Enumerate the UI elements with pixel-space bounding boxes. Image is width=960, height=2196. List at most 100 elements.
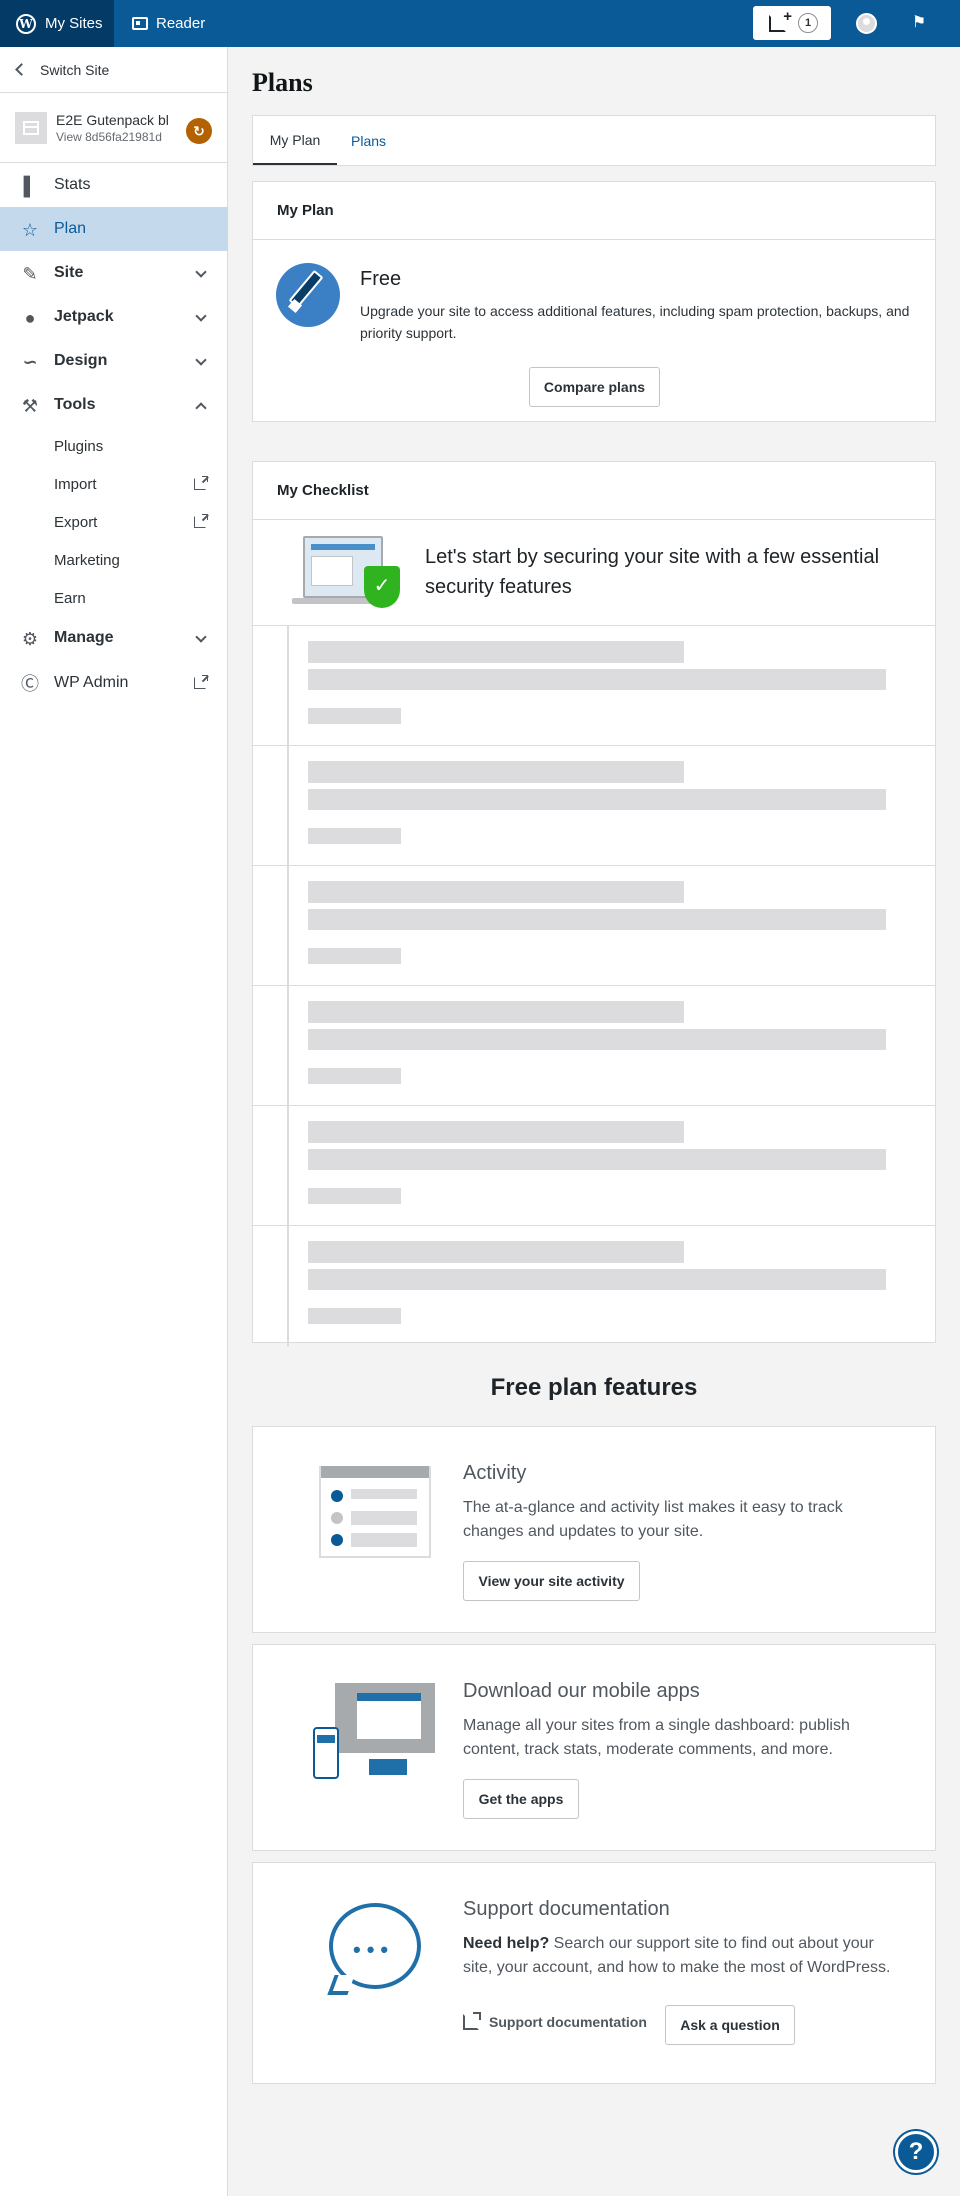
chevron-down-icon <box>195 631 207 643</box>
my-plan-card: My Plan Free Upgrade your site to access… <box>252 181 936 422</box>
notifications-icon[interactable]: ⚑ <box>910 14 928 32</box>
reader-icon <box>132 17 148 30</box>
sidebar-item-site[interactable]: ✎ Site <box>0 251 228 295</box>
switch-site-label: Switch Site <box>40 61 110 78</box>
sidebar-item-export[interactable]: Export <box>0 503 228 541</box>
sidebar-item-jetpack[interactable]: ● Jetpack <box>0 295 228 339</box>
checklist-task-placeholder <box>253 746 935 866</box>
get-the-apps-button[interactable]: Get the apps <box>463 1779 579 1819</box>
pencil-icon: ✎ <box>22 264 38 284</box>
my-sites-button[interactable]: W My Sites <box>0 0 114 47</box>
wordpress-icon: W <box>16 13 36 34</box>
reader-button[interactable]: Reader <box>132 0 205 47</box>
plan-tabs: My Plan Plans <box>252 115 936 166</box>
site-title: E2E Gutenpack bl <box>56 111 169 128</box>
drafts-count-badge[interactable]: 1 <box>798 13 818 33</box>
my-plan-heading: My Plan <box>253 182 935 240</box>
view-site-activity-button[interactable]: View your site activity <box>463 1561 640 1601</box>
site-url[interactable]: View 8d56fa21981d <box>56 129 170 145</box>
checklist-heading: My Checklist <box>253 462 935 520</box>
chevron-up-icon <box>195 402 207 414</box>
sidebar-item-label: Stats <box>54 176 91 193</box>
sync-icon: ↻ <box>186 118 212 144</box>
sidebar-item-manage[interactable]: ⚙ Manage <box>0 616 228 660</box>
shield-check-icon: ✓ <box>364 566 400 608</box>
sidebar-item-label: Marketing <box>54 551 120 569</box>
sidebar: Switch Site E2E Gutenpack bl View 8d56fa… <box>0 47 228 2196</box>
checklist-task-placeholder <box>253 1106 935 1226</box>
support-documentation-label: Support documentation <box>489 2014 647 2030</box>
sidebar-item-marketing[interactable]: Marketing <box>0 541 228 579</box>
write-button[interactable]: 1 <box>753 6 831 40</box>
feature-title: Support documentation <box>463 1898 670 1920</box>
feature-title: Download our mobile apps <box>463 1680 700 1702</box>
wordpress-icon: Ⓒ <box>21 674 39 694</box>
support-documentation-link[interactable]: Support documentation <box>463 2012 647 2030</box>
tab-plans[interactable]: Plans <box>351 116 386 165</box>
compare-plans-button[interactable]: Compare plans <box>529 367 660 407</box>
ask-a-question-button[interactable]: Ask a question <box>665 2005 795 2045</box>
feature-mobile-apps: Download our mobile apps Manage all your… <box>252 1644 936 1851</box>
write-icon <box>769 8 792 32</box>
wrench-icon: ⚒ <box>21 396 39 416</box>
sidebar-item-label: Plugins <box>54 437 104 455</box>
sidebar-item-label: Jetpack <box>54 308 114 325</box>
speech-bubble-icon: ••• <box>327 1903 421 1995</box>
need-help-label: Need help? <box>463 1935 550 1952</box>
sidebar-item-import[interactable]: Import <box>0 465 228 503</box>
sidebar-item-label: Import <box>54 475 97 493</box>
sidebar-item-wp-admin[interactable]: Ⓒ WP Admin <box>0 661 228 705</box>
feature-title: Activity <box>463 1462 527 1484</box>
feature-support-documentation: ••• Support documentation Need help? Sea… <box>252 1862 936 2084</box>
feature-description: The at-a-glance and activity list makes … <box>463 1499 843 1540</box>
sidebar-item-plugins[interactable]: Plugins <box>0 427 228 465</box>
plan-name: Free <box>360 268 402 290</box>
page-title: Plans <box>252 68 313 97</box>
chevron-down-icon <box>195 310 207 322</box>
external-link-icon <box>463 2012 481 2030</box>
security-illustration: ✓ <box>292 536 402 610</box>
help-icon[interactable]: ? <box>895 2131 937 2173</box>
jetpack-icon: ● <box>24 308 36 328</box>
free-plan-icon <box>276 263 340 327</box>
sidebar-item-plan[interactable]: ☆ Plan <box>0 207 228 251</box>
chevron-down-icon <box>195 354 207 366</box>
reader-label: Reader <box>156 15 206 32</box>
checklist-task-placeholder <box>253 866 935 986</box>
free-plan-features-title: Free plan features <box>490 1374 698 1401</box>
current-site-card[interactable]: E2E Gutenpack bl View 8d56fa21981d ↻ <box>0 93 227 163</box>
sidebar-item-label: Design <box>54 352 108 369</box>
masterbar: W My Sites Reader 1 ⚑ <box>0 0 960 47</box>
sidebar-item-design[interactable]: ∽ Design <box>0 339 228 383</box>
stats-icon: ▌ <box>23 176 37 196</box>
tab-my-plan[interactable]: My Plan <box>253 116 337 165</box>
checklist-task-placeholder <box>253 626 935 746</box>
sidebar-item-label: Manage <box>54 629 114 646</box>
avatar[interactable] <box>856 13 877 34</box>
sidebar-item-tools[interactable]: ⚒ Tools <box>0 383 228 427</box>
mobile-apps-illustration <box>313 1683 437 1781</box>
checklist-task-placeholder <box>253 1226 935 1346</box>
feature-activity: Activity The at-a-glance and activity li… <box>252 1426 936 1633</box>
plan-description: Upgrade your site to access additional f… <box>360 303 910 341</box>
chevron-left-icon <box>15 63 28 76</box>
checklist-card: My Checklist ✓ Let's start by securing y… <box>252 461 936 1346</box>
switch-site-button[interactable]: Switch Site <box>0 47 227 93</box>
sidebar-item-label: Site <box>54 264 84 281</box>
feature-description: Manage all your sites from a single dash… <box>463 1717 850 1758</box>
checklist-intro: ✓ Let's start by securing your site with… <box>253 520 935 626</box>
external-link-icon <box>194 476 208 490</box>
brush-icon: ∽ <box>22 352 38 372</box>
star-icon: ☆ <box>21 220 39 240</box>
checklist-task-placeholder <box>253 986 935 1106</box>
my-sites-label: My Sites <box>45 15 103 32</box>
sidebar-item-stats[interactable]: ▌ Stats <box>0 163 228 207</box>
sidebar-item-label: Earn <box>54 589 86 607</box>
external-link-icon <box>194 675 208 689</box>
checklist-intro-text: Let's start by securing your site with a… <box>425 546 880 598</box>
sidebar-item-label: Plan <box>54 220 87 237</box>
gear-icon: ⚙ <box>21 629 39 649</box>
site-icon <box>15 111 47 144</box>
external-link-icon <box>194 514 208 528</box>
sidebar-item-earn[interactable]: Earn <box>0 579 228 617</box>
